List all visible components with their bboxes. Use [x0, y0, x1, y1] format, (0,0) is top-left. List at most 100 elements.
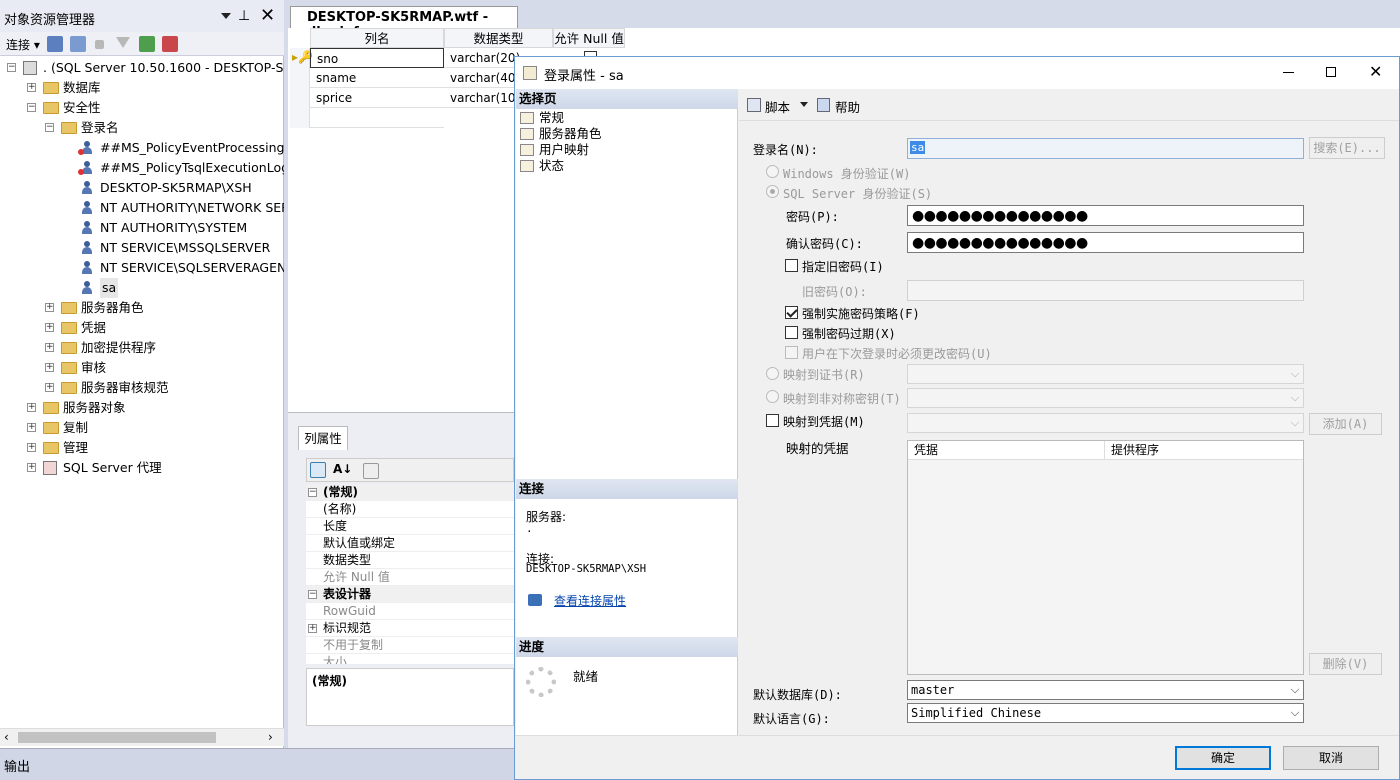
empty-row[interactable] [310, 108, 444, 128]
collapse-icon[interactable]: − [308, 488, 317, 497]
column-name-cell[interactable]: sname [310, 68, 444, 88]
tree-node[interactable]: + 加密提供程序 [0, 338, 284, 358]
map-cred-checkbox[interactable] [766, 414, 779, 427]
expand-icon[interactable]: + [45, 363, 54, 372]
filter-icon[interactable] [116, 37, 130, 48]
tree-node[interactable]: NT AUTHORITY\NETWORK SERVICE [0, 198, 284, 218]
page-server-roles[interactable]: 服务器角色 [520, 126, 602, 142]
tree-node[interactable]: NT AUTHORITY\SYSTEM [0, 218, 284, 238]
close-icon[interactable]: ✕ [260, 5, 275, 26]
map-cert-select[interactable] [907, 364, 1304, 384]
tree-node[interactable]: sa [0, 278, 284, 298]
ok-button[interactable]: 确定 [1175, 746, 1271, 770]
tree-node[interactable]: + 数据库 [0, 78, 284, 98]
tree-node[interactable]: + 服务器对象 [0, 398, 284, 418]
expand-icon[interactable]: + [27, 443, 36, 452]
property-category[interactable]: − 表设计器 [306, 586, 514, 603]
confirm-password-input[interactable]: ●●●●●●●●●●●●●●● [907, 232, 1304, 253]
pin-icon[interactable]: ⊥ [238, 8, 250, 24]
enforce-policy-checkbox[interactable] [785, 306, 798, 319]
minimize-icon[interactable] [1283, 72, 1294, 73]
map-cred-select[interactable] [907, 413, 1304, 433]
dialog-close-icon[interactable]: ✕ [1369, 62, 1382, 81]
tree-node[interactable]: NT SERVICE\MSSQLSERVER [0, 238, 284, 258]
refresh-icon[interactable] [139, 36, 155, 52]
remove-credential-button[interactable]: 删除(V) [1309, 653, 1382, 675]
map-asym-select[interactable] [907, 388, 1304, 408]
expand-icon[interactable]: + [45, 343, 54, 352]
tree-node[interactable]: + 审核 [0, 358, 284, 378]
enforce-expiry-checkbox[interactable] [785, 326, 798, 339]
property-category[interactable]: − (常规) [306, 484, 514, 501]
stop-icon[interactable] [95, 40, 104, 49]
search-button[interactable]: 搜索(E)... [1309, 137, 1385, 159]
property-row[interactable]: 不用于复制 [306, 637, 514, 654]
expand-icon[interactable]: + [45, 303, 54, 312]
property-row[interactable]: + 标识规范 [306, 620, 514, 637]
tree-node[interactable]: + 服务器角色 [0, 298, 284, 318]
default-language-select[interactable]: Simplified Chinese [907, 703, 1304, 723]
horizontal-scrollbar[interactable]: ‹ › [0, 728, 284, 746]
default-database-select[interactable]: master [907, 680, 1304, 700]
disconnect-icon[interactable] [70, 36, 86, 52]
script-dropdown-icon[interactable] [800, 102, 808, 107]
map-asym-radio[interactable] [766, 390, 779, 403]
login-name-input[interactable]: sa [907, 138, 1304, 159]
tree-node[interactable]: ##MS_PolicyTsqlExecutionLogin## [0, 158, 284, 178]
property-row[interactable]: 允许 Null 值 [306, 569, 514, 586]
property-row[interactable]: 数据类型 [306, 552, 514, 569]
scroll-thumb[interactable] [18, 732, 216, 743]
collapse-icon[interactable]: − [27, 103, 36, 112]
tree-node[interactable]: + 管理 [0, 438, 284, 458]
tree-node[interactable]: ##MS_PolicyEventProcessingLogin## [0, 138, 284, 158]
document-tab[interactable]: DESKTOP-SK5RMAP.wtf - dbo.info [290, 6, 518, 40]
tree-node[interactable]: − . (SQL Server 10.50.1600 - DESKTOP-SK5R… [0, 58, 284, 78]
view-connection-link[interactable]: 查看连接属性 [554, 592, 626, 609]
collapse-icon[interactable]: − [45, 123, 54, 132]
activity-monitor-icon[interactable] [162, 36, 178, 52]
collapse-icon[interactable]: − [308, 590, 317, 599]
map-cert-radio[interactable] [766, 367, 779, 380]
script-button[interactable]: 脚本 [765, 97, 790, 116]
cancel-button[interactable]: 取消 [1283, 746, 1379, 770]
tree-node[interactable]: + 复制 [0, 418, 284, 438]
page-general[interactable]: 常规 [520, 110, 564, 126]
tree-node[interactable]: + SQL Server 代理 [0, 458, 284, 478]
property-row[interactable]: (名称) [306, 501, 514, 518]
properties-tab[interactable]: 列属性 [298, 426, 348, 450]
property-row[interactable]: 大小 [306, 654, 514, 664]
windows-auth-radio[interactable] [766, 165, 779, 178]
page-user-mapping[interactable]: 用户映射 [520, 142, 589, 158]
tree-node[interactable]: + 凭据 [0, 318, 284, 338]
column-header-nullable[interactable]: 允许 Null 值 [553, 28, 625, 48]
sql-auth-radio[interactable] [766, 185, 779, 198]
tree-node[interactable]: NT SERVICE\SQLSERVERAGENT [0, 258, 284, 278]
specify-old-password-checkbox[interactable] [785, 259, 798, 272]
expand-icon[interactable]: + [27, 463, 36, 472]
password-input[interactable]: ●●●●●●●●●●●●●●● [907, 205, 1304, 226]
expand-icon[interactable]: + [27, 83, 36, 92]
property-row[interactable]: 默认值或绑定 [306, 535, 514, 552]
tree-node[interactable]: + 服务器审核规范 [0, 378, 284, 398]
provider-column-header[interactable]: 提供程序 [1105, 441, 1303, 460]
connect-server-icon[interactable] [47, 36, 63, 52]
dropdown-arrow-icon[interactable] [221, 13, 231, 19]
sort-alpha-icon[interactable]: A↓ [333, 462, 352, 476]
must-change-checkbox[interactable] [785, 346, 798, 359]
tree-node[interactable]: DESKTOP-SK5RMAP\XSH [0, 178, 284, 198]
tree-node[interactable]: − 安全性 [0, 98, 284, 118]
scroll-left-icon[interactable]: ‹ [4, 730, 9, 744]
column-header-type[interactable]: 数据类型 [444, 28, 553, 48]
column-header-name[interactable]: 列名 [310, 28, 444, 48]
help-button[interactable]: 帮助 [835, 97, 860, 116]
property-row[interactable]: 长度 [306, 518, 514, 535]
column-name-cell[interactable]: sprice [310, 88, 444, 108]
scroll-right-icon[interactable]: › [268, 730, 273, 744]
tree-node[interactable]: − 登录名 [0, 118, 284, 138]
column-name-cell[interactable]: sno [310, 48, 444, 68]
page-status[interactable]: 状态 [520, 158, 564, 174]
property-row[interactable]: RowGuid [306, 603, 514, 620]
expand-icon[interactable]: + [27, 403, 36, 412]
expand-icon[interactable]: + [45, 383, 54, 392]
old-password-input[interactable] [907, 280, 1304, 301]
